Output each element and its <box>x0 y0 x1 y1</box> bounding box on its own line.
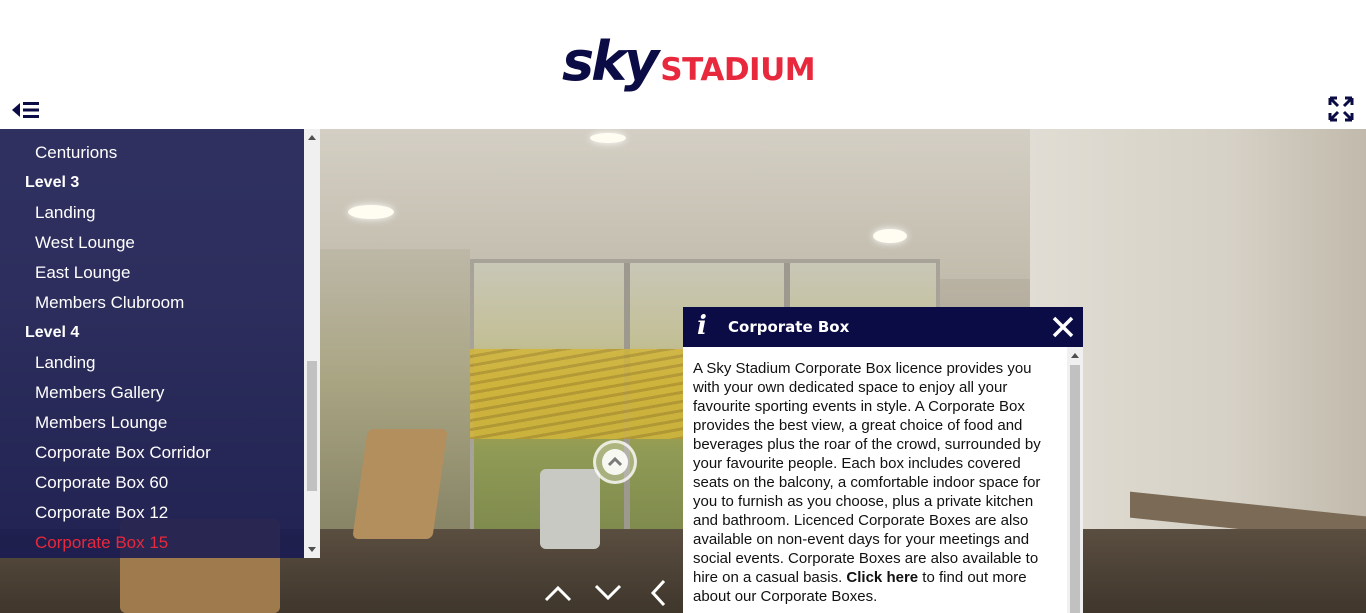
menu-toggle-icon[interactable] <box>11 98 41 122</box>
sidebar-item-corporate-box-corridor[interactable]: Corporate Box Corridor <box>35 443 211 463</box>
sidebar-item-members-gallery[interactable]: Members Gallery <box>35 383 164 403</box>
info-scroll-thumb[interactable] <box>1070 365 1080 613</box>
header: sky STADIUM <box>0 0 1366 129</box>
info-icon: i <box>697 311 707 341</box>
sidebar-item-corporate-box-12[interactable]: Corporate Box 12 <box>35 503 168 523</box>
ceiling-light <box>348 205 394 219</box>
info-panel-title: Corporate Box <box>728 318 850 336</box>
logo-sky-text: sky <box>562 30 659 93</box>
fullscreen-icon[interactable] <box>1327 95 1355 123</box>
sidebar-item-level4-landing[interactable]: Landing <box>35 353 96 373</box>
sidebar-item-corporate-box-15[interactable]: Corporate Box 15 <box>35 533 168 553</box>
sidebar-heading-level-4: Level 4 <box>25 324 80 341</box>
navigation-hotspot[interactable] <box>593 440 637 484</box>
sidebar-item-corporate-box-60[interactable]: Corporate Box 60 <box>35 473 168 493</box>
panorama-chair <box>540 469 600 549</box>
scroll-down-arrow-icon[interactable] <box>308 547 316 552</box>
ceiling-light <box>873 229 907 243</box>
logo-stadium-text: STADIUM <box>660 52 816 88</box>
scroll-up-arrow-icon[interactable] <box>308 135 316 140</box>
chevron-down-icon <box>594 584 622 601</box>
sidebar-item-east-lounge[interactable]: East Lounge <box>35 263 130 283</box>
scroll-up-arrow-icon[interactable] <box>1071 353 1079 358</box>
chevron-left-icon <box>650 579 666 607</box>
sky-stadium-logo[interactable]: sky STADIUM <box>562 28 816 93</box>
sidebar-item-centurions[interactable]: Centurions <box>35 143 117 163</box>
panorama-chair <box>352 429 448 539</box>
sidebar-item-west-lounge[interactable]: West Lounge <box>35 233 135 253</box>
chevron-up-icon <box>544 585 572 602</box>
sidebar-scrollbar[interactable] <box>304 129 320 558</box>
ceiling-light <box>590 133 626 143</box>
info-panel-body: A Sky Stadium Corporate Box licence prov… <box>693 359 1059 606</box>
chevron-up-icon <box>602 449 628 475</box>
info-body-text: A Sky Stadium Corporate Box licence prov… <box>693 360 1041 586</box>
info-panel: i Corporate Box A Sky Stadium Corporate … <box>683 307 1083 613</box>
info-click-here-link[interactable]: Click here <box>846 569 918 586</box>
sidebar-list[interactable]: · Centurions Level 3 Landing West Lounge… <box>0 129 304 558</box>
sidebar-item-level3-landing[interactable]: Landing <box>35 203 96 223</box>
sidebar-heading-level-3: Level 3 <box>25 174 80 191</box>
info-panel-header: i Corporate Box <box>683 307 1083 347</box>
sidebar-item-partial[interactable]: · <box>35 129 41 137</box>
sidebar-scroll-thumb[interactable] <box>307 361 317 491</box>
sidebar-item-members-clubroom[interactable]: Members Clubroom <box>35 293 184 313</box>
nav-left-button[interactable] <box>646 579 676 607</box>
info-panel-scrollbar[interactable] <box>1067 347 1083 613</box>
sidebar: · Centurions Level 3 Landing West Lounge… <box>0 129 320 558</box>
nav-up-button[interactable] <box>543 580 573 606</box>
nav-down-button[interactable] <box>593 580 623 606</box>
sidebar-item-members-lounge[interactable]: Members Lounge <box>35 413 167 433</box>
close-icon[interactable] <box>1051 315 1075 339</box>
